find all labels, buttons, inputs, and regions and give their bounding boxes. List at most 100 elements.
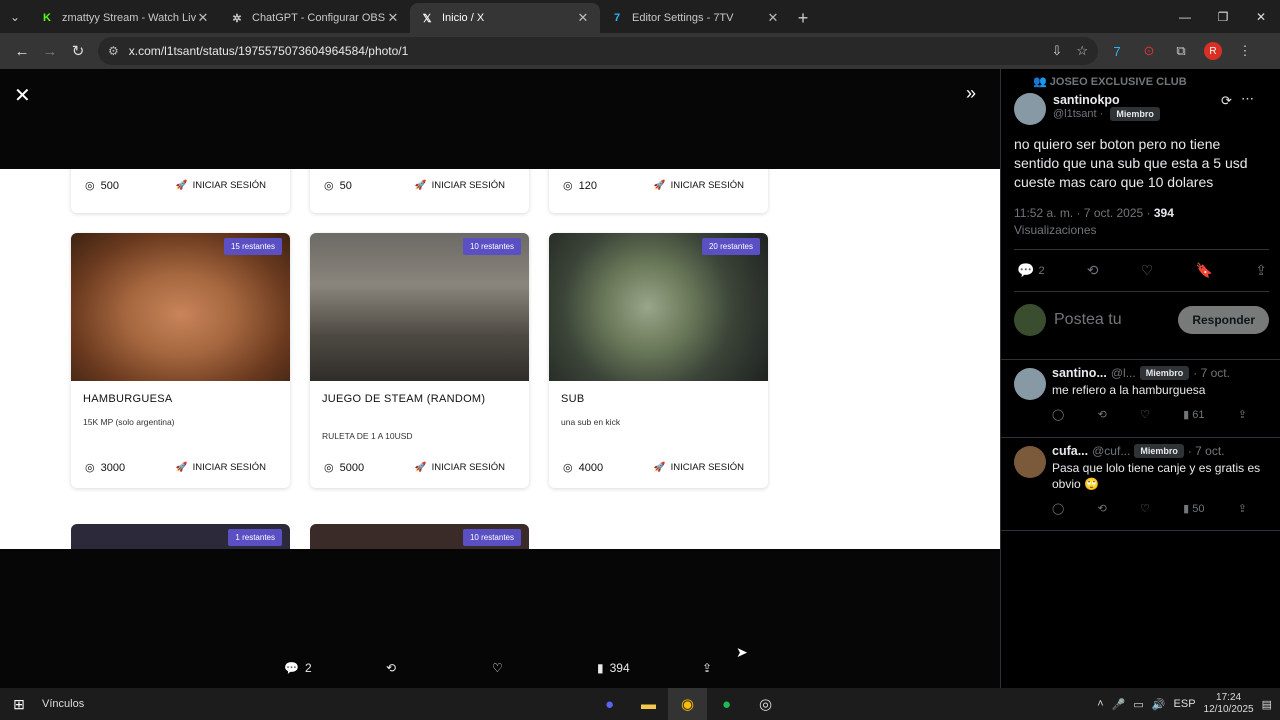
bookmark-star-icon[interactable]: ☆ bbox=[1076, 43, 1088, 59]
minimize-icon[interactable]: — bbox=[1166, 0, 1204, 33]
windows-start-icon[interactable]: ⊞ bbox=[0, 696, 38, 713]
more-options-icon[interactable]: ⋯ bbox=[1241, 91, 1254, 107]
browser-toolbar: ← → ↻ ⚙ x.com/l1tsant/status/19755750736… bbox=[0, 33, 1280, 69]
share-icon: ⇪ bbox=[702, 661, 713, 675]
community-label[interactable]: 👥 JOSEO EXCLUSIVE CLUB bbox=[1001, 69, 1280, 88]
expand-panel-icon[interactable]: » bbox=[966, 83, 976, 104]
views-icon[interactable]: ▮ 50 bbox=[1183, 502, 1204, 515]
author-name: santinokpo bbox=[1053, 93, 1120, 107]
reply-icon: 💬 bbox=[284, 661, 299, 675]
heart-icon[interactable]: ♡ bbox=[1141, 262, 1154, 279]
close-photo-icon[interactable]: ✕ bbox=[14, 83, 31, 108]
reward-card: ◎ 50 🚀 INICIAR SESIÓN bbox=[310, 169, 529, 213]
share-icon[interactable]: ⇪ bbox=[1255, 262, 1267, 279]
file-explorer-icon[interactable]: ▬ bbox=[629, 688, 668, 720]
tab-7tv[interactable]: 7 Editor Settings - 7TV ✕ bbox=[600, 3, 790, 33]
repost-icon[interactable]: ⟲ bbox=[1087, 262, 1099, 279]
close-icon[interactable]: ✕ bbox=[386, 10, 400, 26]
heart-icon[interactable]: ♡ bbox=[1140, 408, 1150, 421]
coin-icon: ◎ bbox=[324, 462, 334, 474]
close-icon[interactable]: ✕ bbox=[766, 10, 780, 26]
more-menu-icon[interactable]: ⋮ bbox=[1232, 37, 1258, 65]
reply-item[interactable]: santino... @l... Miembro · 7 oct. me refier… bbox=[1001, 359, 1280, 437]
repost-icon[interactable]: ⟲ bbox=[1098, 502, 1107, 515]
close-icon[interactable]: ✕ bbox=[576, 10, 590, 26]
bookmark-icon[interactable]: 🔖 bbox=[1196, 262, 1213, 279]
install-icon[interactable]: ⇩ bbox=[1051, 43, 1062, 59]
tab-chatgpt[interactable]: ✲ ChatGPT - Configurar OBS para ✕ bbox=[220, 3, 410, 33]
back-icon[interactable]: ← bbox=[8, 37, 36, 65]
post-photo[interactable]: ◎ 500 🚀 INICIAR SESIÓN ◎ 50 🚀 INICIAR SESIÓN… bbox=[0, 169, 1000, 549]
tab-kick[interactable]: K zmattyy Stream - Watch Live on ✕ bbox=[30, 3, 220, 33]
puzzle-icon[interactable]: ⧉ bbox=[1168, 37, 1194, 65]
site-info-icon[interactable]: ⚙ bbox=[108, 44, 119, 58]
discord-icon[interactable]: ● bbox=[590, 688, 629, 720]
reward-card-stub: 10 restantes bbox=[310, 524, 529, 549]
bar-chart-icon: ▮ bbox=[597, 661, 604, 675]
share-icon[interactable]: ⇪ bbox=[1238, 408, 1247, 421]
network-icon[interactable]: ▭ bbox=[1133, 698, 1143, 711]
repost-icon[interactable]: ⟲ bbox=[1098, 408, 1107, 421]
close-icon[interactable]: ✕ bbox=[196, 10, 210, 26]
new-tab-button[interactable]: + bbox=[790, 3, 816, 33]
volume-icon[interactable]: 🔊 bbox=[1152, 698, 1166, 711]
post-detail-panel: 👥 JOSEO EXCLUSIVE CLUB santinokpo @l1tsa… bbox=[1000, 69, 1280, 688]
reply-count-button[interactable]: 💬 2 bbox=[284, 661, 312, 675]
share-icon[interactable]: ⇪ bbox=[1238, 502, 1247, 515]
remaining-badge: 15 restantes bbox=[223, 238, 282, 255]
microphone-icon[interactable]: 🎤 bbox=[1112, 698, 1126, 711]
reward-card-steam: 10 restantes JUEGO DE STEAM (RANDOM) RUL… bbox=[310, 233, 529, 488]
notifications-icon[interactable]: ▤ bbox=[1262, 698, 1272, 711]
heart-icon: ♡ bbox=[492, 661, 503, 675]
points: 3000 bbox=[100, 461, 126, 474]
chevron-up-icon[interactable]: ˄ bbox=[1097, 698, 1103, 710]
clock[interactable]: 17:24 12/10/2025 bbox=[1204, 692, 1254, 716]
avatar[interactable] bbox=[1014, 93, 1046, 125]
spotify-icon[interactable]: ● bbox=[707, 688, 746, 720]
reply-icon[interactable]: ◯ bbox=[1052, 408, 1064, 421]
heart-icon[interactable]: ♡ bbox=[1140, 502, 1150, 515]
reply-submit-button[interactable]: Responder bbox=[1178, 306, 1269, 334]
obs-icon[interactable]: ◎ bbox=[746, 688, 785, 720]
reward-card-stub: 1 restantes bbox=[71, 524, 290, 549]
card-description: RULETA DE 1 A 10USD bbox=[322, 431, 413, 441]
community-icon: 👥 bbox=[1033, 76, 1050, 88]
card-title: HAMBURGUESA bbox=[83, 393, 173, 405]
like-button[interactable]: ♡ bbox=[492, 661, 503, 675]
rocket-icon: 🚀 bbox=[414, 180, 427, 191]
avatar[interactable] bbox=[1014, 368, 1046, 400]
close-window-icon[interactable]: ✕ bbox=[1242, 0, 1280, 33]
views-icon[interactable]: ▮ 61 bbox=[1183, 408, 1204, 421]
language-indicator[interactable]: ESP bbox=[1174, 698, 1196, 710]
member-badge: Miembro bbox=[1139, 366, 1190, 380]
chrome-icon[interactable]: ◉ bbox=[668, 688, 707, 720]
reply-button[interactable]: 💬 2 bbox=[1017, 262, 1045, 279]
tab-x[interactable]: 𝕏 Inicio / X ✕ bbox=[410, 3, 600, 33]
address-bar[interactable]: ⚙ x.com/l1tsant/status/19755750736049645… bbox=[98, 37, 1098, 65]
tab-title: ChatGPT - Configurar OBS para bbox=[252, 12, 386, 24]
burger-face-image: 15 restantes bbox=[71, 233, 290, 381]
extension-icon[interactable]: ⊙ bbox=[1136, 37, 1162, 65]
reply-composer: Postea tu Responder bbox=[1014, 304, 1269, 336]
forward-icon[interactable]: → bbox=[36, 37, 64, 65]
reply-input[interactable]: Postea tu bbox=[1054, 311, 1178, 329]
post-author[interactable]: santinokpo @l1tsant · Miembro bbox=[1014, 93, 1160, 125]
reply-item[interactable]: cufa... @cuf... Miembro · 7 oct. Pasa que l… bbox=[1001, 437, 1280, 531]
login-button: 🚀 INICIAR SESIÓN bbox=[653, 462, 744, 473]
remaining-badge: 1 restantes bbox=[228, 529, 282, 546]
profile-avatar[interactable]: R bbox=[1200, 37, 1226, 65]
links-toolbar[interactable]: Vínculos bbox=[42, 698, 84, 710]
avatar[interactable] bbox=[1014, 446, 1046, 478]
reply-icon[interactable]: ◯ bbox=[1052, 502, 1064, 515]
divider bbox=[1014, 249, 1269, 250]
reload-icon[interactable]: ↻ bbox=[64, 37, 92, 65]
restore-icon[interactable]: ❐ bbox=[1204, 0, 1242, 33]
grok-icon[interactable]: ⟳ bbox=[1221, 93, 1232, 109]
x-logo-icon: 𝕏 bbox=[422, 12, 432, 25]
tab-search-icon[interactable]: ⌄ bbox=[0, 0, 30, 33]
7tv-extension-icon[interactable]: 7 bbox=[1104, 37, 1130, 65]
share-button[interactable]: ⇪ bbox=[702, 661, 712, 675]
money-washer-image: 20 restantes bbox=[549, 233, 768, 381]
repost-button[interactable]: ⟲ bbox=[386, 661, 396, 675]
views-button[interactable]: ▮ 394 bbox=[597, 661, 630, 675]
